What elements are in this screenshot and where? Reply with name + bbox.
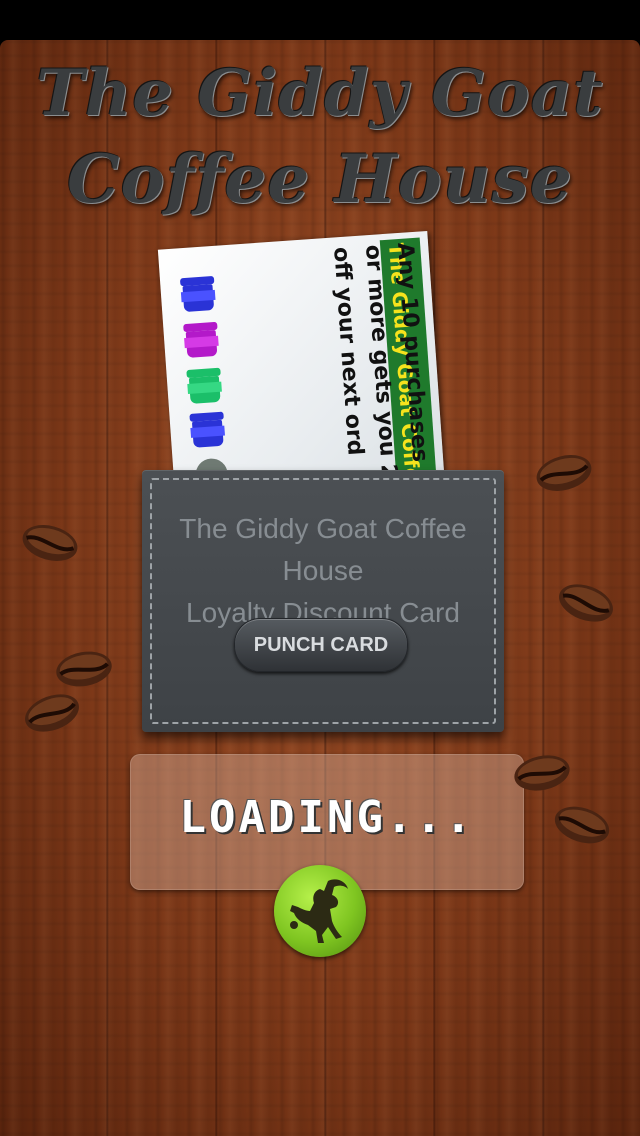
coffee-cup-icon	[179, 321, 223, 361]
coffee-cup-icon	[176, 275, 220, 315]
coffee-cup-icon	[182, 367, 226, 406]
loading-text: LOADING...	[179, 792, 475, 843]
pocket-title-line1: The Giddy Goat Coffee House	[179, 513, 467, 586]
coffee-cup-icon	[185, 411, 229, 450]
app-title-line2: Coffee House	[67, 140, 573, 218]
app-title-line1: The Giddy Goat	[36, 56, 604, 131]
pocket-title: The Giddy Goat Coffee House Loyalty Disc…	[142, 508, 504, 634]
status-bar	[0, 0, 640, 40]
goat-logo-icon	[274, 865, 366, 957]
card-pocket: The Giddy Goat Coffee House Loyalty Disc…	[142, 470, 504, 732]
punch-card-button[interactable]: PUNCH CARD	[234, 618, 408, 672]
